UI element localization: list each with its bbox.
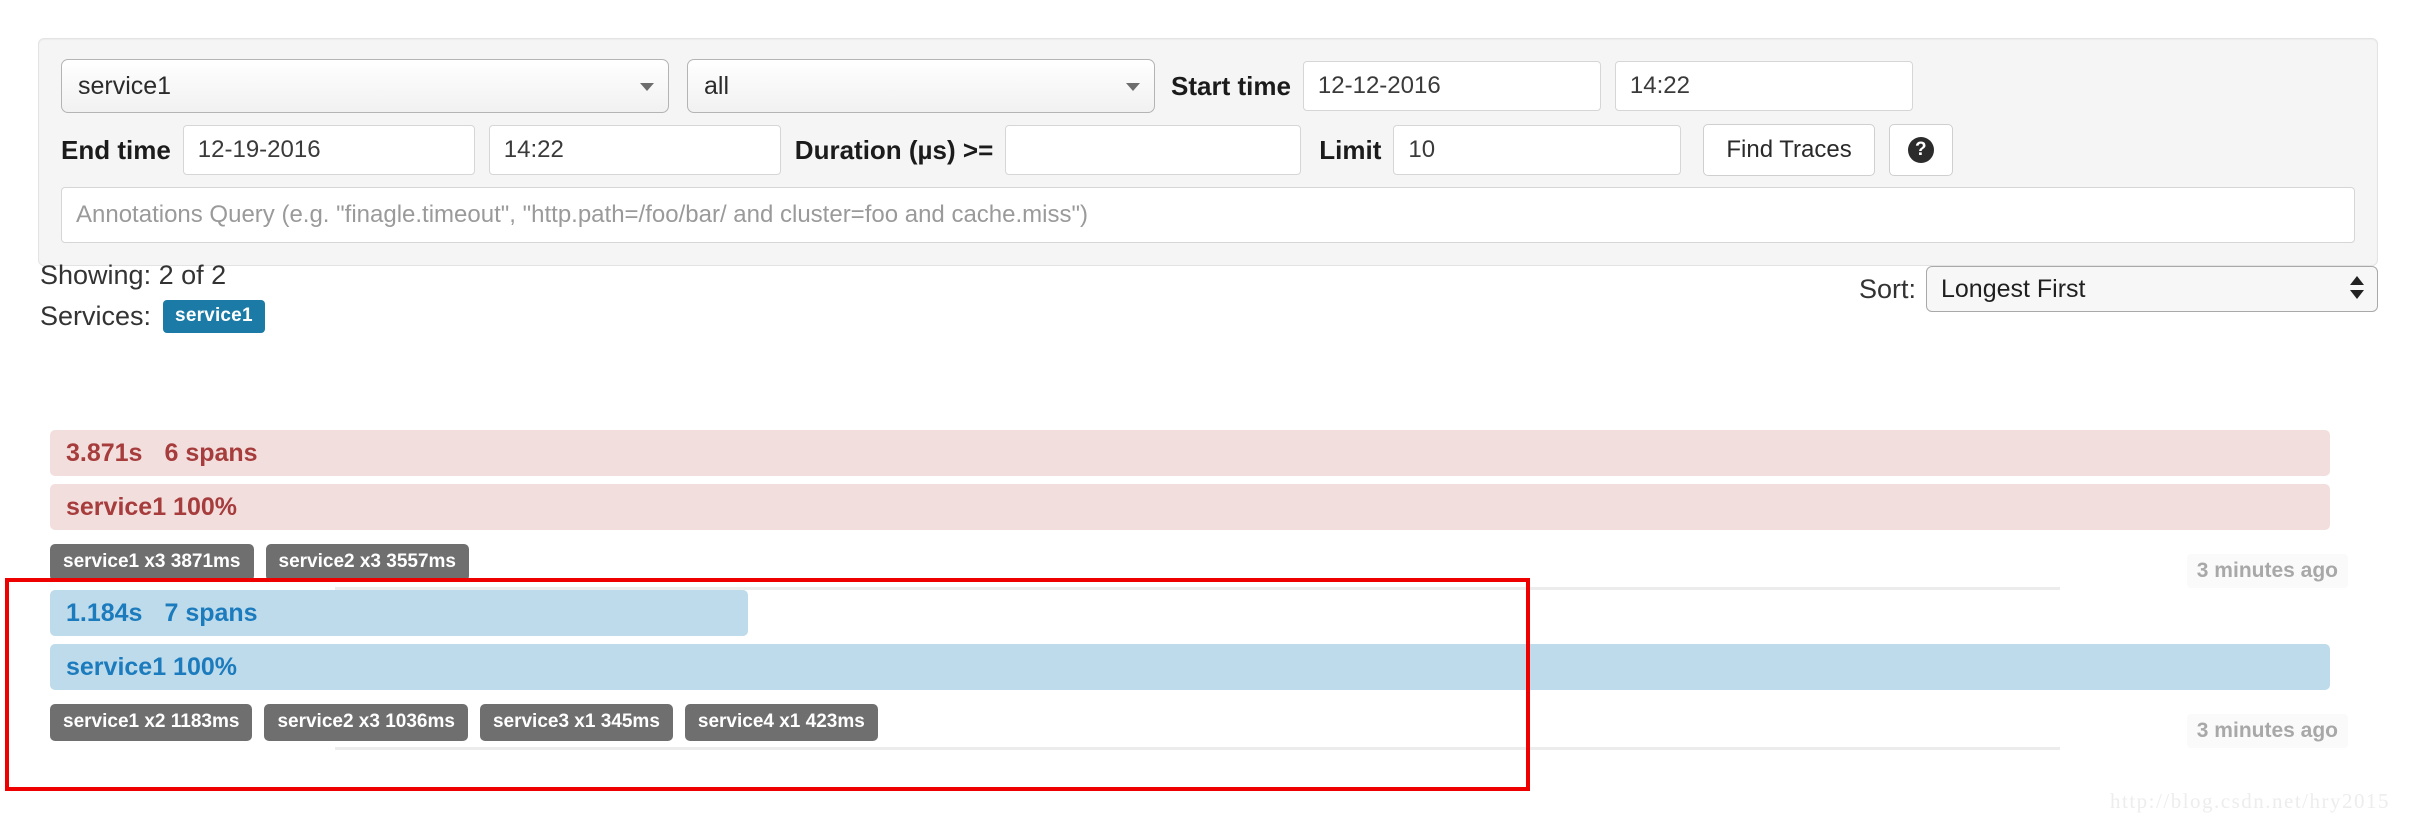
search-row-1: service1 all Start time [61, 59, 2355, 113]
start-clock-input[interactable] [1614, 61, 1913, 111]
sort-label: Sort: [1858, 273, 1916, 304]
trace-bars: 1.184s 7 spans service1 100% [0, 590, 2418, 690]
search-row-2: End time Duration (µs) >= Limit Find Tra… [61, 124, 2355, 176]
chevron-down-icon [1126, 83, 1140, 91]
end-time-label: End time [61, 134, 171, 165]
end-clock-input[interactable] [488, 125, 781, 175]
trace-row[interactable]: 1.184s 7 spans service1 100% service1 x2 11… [0, 590, 2418, 750]
trace-search-panel: service1 all Start time End time Duratio… [38, 38, 2378, 266]
trace-duration-bar[interactable]: 3.871s 6 spans [50, 430, 2330, 476]
trace-bars: 3.871s 6 spans service1 100% [0, 430, 2418, 530]
find-traces-button[interactable]: Find Traces [1703, 124, 1875, 176]
trace-row[interactable]: 3.871s 6 spans service1 100% service1 x3 38… [0, 430, 2418, 590]
updown-arrows-icon [2350, 276, 2364, 299]
service-filter-badge[interactable]: service1 [163, 300, 265, 333]
trace-service-badge[interactable]: service1 x3 3871ms [50, 543, 254, 581]
trace-duration-value: 3.871s [66, 438, 143, 467]
services-label: Services: [40, 301, 152, 331]
service-name-select[interactable]: service1 [61, 59, 669, 113]
trace-duration-bar[interactable]: 1.184s 7 spans [50, 590, 748, 636]
span-name-select-value: all [704, 71, 730, 100]
help-button[interactable]: ? [1888, 124, 1953, 176]
question-mark-icon: ? [1907, 137, 1934, 163]
trace-span-count: 7 spans [164, 598, 258, 627]
trace-duration-text: 1.184s 7 spans [66, 599, 258, 628]
trace-service-badge[interactable]: service2 x3 1036ms [264, 703, 468, 741]
trace-span-count: 6 spans [164, 438, 258, 467]
trace-service-badge[interactable]: service4 x1 423ms [684, 703, 878, 741]
trace-service-badge[interactable]: service2 x3 3557ms [265, 543, 469, 581]
search-row-3 [61, 187, 2355, 243]
trace-service-badge[interactable]: service1 x2 1183ms [50, 703, 253, 741]
trace-timestamp: 3 minutes ago [2186, 714, 2348, 748]
trace-service-percent: service1 100% [66, 652, 237, 681]
trace-service-bar[interactable]: service1 100% [50, 484, 2330, 530]
trace-service-bar[interactable]: service1 100% [50, 644, 2330, 690]
end-date-input[interactable] [182, 125, 475, 175]
trace-results-list: 3.871s 6 spans service1 100% service1 x3 38… [0, 430, 2418, 750]
trace-service-badges: service1 x2 1183ms service2 x3 1036ms serv… [50, 702, 2418, 742]
trace-service-percent: service1 100% [66, 492, 237, 521]
trace-timestamp: 3 minutes ago [2186, 554, 2348, 588]
trace-duration-text: 3.871s 6 spans [66, 439, 258, 468]
limit-label: Limit [1319, 134, 1382, 165]
start-time-label: Start time [1171, 70, 1291, 101]
watermark-text: http://blog.csdn.net/hry2015 [2110, 789, 2390, 813]
results-meta-row: Showing: 2 of 2 Services: service1 Sort:… [38, 258, 2378, 333]
trace-divider [335, 747, 2060, 750]
services-summary: Services: service1 [40, 300, 265, 333]
sort-select-value: Longest First [1941, 274, 2086, 303]
chevron-down-icon [640, 83, 654, 91]
sort-select[interactable]: Longest First [1926, 266, 2378, 312]
limit-input[interactable] [1393, 125, 1682, 175]
annotations-query-input[interactable] [61, 187, 2355, 243]
trace-service-badge[interactable]: service3 x1 345ms [479, 703, 673, 741]
sort-control: Sort: Longest First [1859, 266, 2378, 312]
showing-count: Showing: 2 of 2 [40, 260, 227, 290]
span-name-select[interactable]: all [687, 59, 1155, 113]
start-date-input[interactable] [1302, 61, 1601, 111]
trace-duration-value: 1.184s [66, 598, 143, 627]
duration-input[interactable] [1005, 125, 1302, 175]
duration-label: Duration (µs) >= [794, 134, 994, 165]
trace-service-badges: service1 x3 3871ms service2 x3 3557ms [50, 542, 2418, 582]
service-name-select-value: service1 [78, 71, 172, 100]
